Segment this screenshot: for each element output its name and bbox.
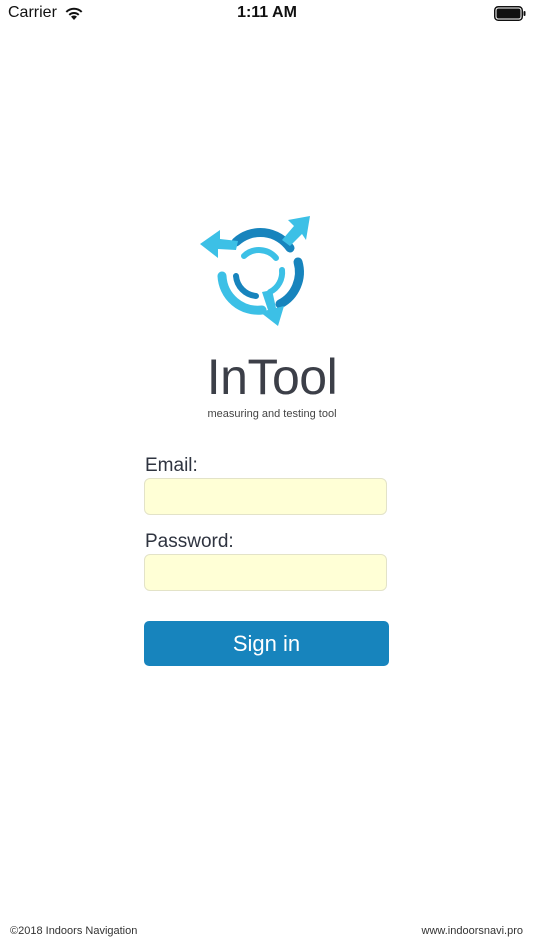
footer-copyright: ©2018 Indoors Navigation — [10, 925, 138, 937]
footer-website-link[interactable]: www.indoorsnavi.pro — [422, 925, 524, 937]
battery-icon — [494, 6, 526, 21]
sign-in-button[interactable]: Sign in — [144, 621, 389, 666]
password-label: Password: — [145, 531, 234, 552]
password-input[interactable] — [144, 554, 387, 591]
email-label: Email: — [145, 455, 198, 476]
status-time: 1:11 AM — [237, 4, 297, 21]
email-input[interactable] — [144, 478, 387, 515]
status-bar: Carrier 1:11 AM — [0, 0, 534, 28]
intool-logo-icon — [200, 216, 310, 326]
app-subtitle: measuring and testing tool — [207, 408, 337, 420]
app-title: InTool — [206, 349, 338, 405]
